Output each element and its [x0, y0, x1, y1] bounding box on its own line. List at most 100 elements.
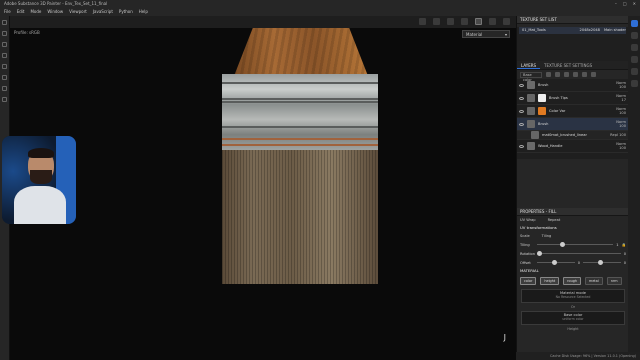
color-picker-icon[interactable]	[2, 86, 7, 91]
paintbrush-model	[222, 28, 378, 284]
tiling-slider[interactable]	[537, 242, 614, 247]
status-bar: Cache Disk Usage: 96% | Version 11.0.1 (…	[516, 352, 640, 360]
layout-single-icon[interactable]	[489, 18, 496, 25]
color-thumbnail	[538, 107, 546, 115]
maximize-icon[interactable]: □	[623, 0, 627, 8]
menu-item-file[interactable]: File	[4, 8, 11, 16]
layer-row[interactable]: Brush Norm 100	[517, 79, 628, 92]
right-panel: TEXTURE SET LIST 01_Mat_Tools 2048x2048 …	[516, 16, 629, 360]
mask-thumbnail	[538, 94, 546, 102]
channel-metal-button[interactable]: metal	[585, 277, 603, 285]
visibility-eye-icon[interactable]	[519, 109, 524, 113]
rotation-value[interactable]: 0	[624, 252, 626, 256]
tab-texture-set-settings[interactable]: TEXTURE SET SETTINGS	[540, 61, 596, 69]
symmetry-icon[interactable]	[419, 18, 426, 25]
display-mode-dropdown[interactable]: Material	[462, 30, 510, 38]
render-icon[interactable]	[433, 18, 440, 25]
fill-thumbnail	[527, 120, 535, 128]
minimize-icon[interactable]: –	[615, 0, 617, 8]
app-window: Adobe Substance 3D Painter - Env_Tex_Set…	[0, 0, 640, 360]
shelf-icon[interactable]	[630, 20, 638, 27]
rotation-slider[interactable]	[537, 251, 621, 256]
menu-item-edit[interactable]: Edit	[17, 8, 25, 16]
viewport-toolbar	[10, 16, 516, 28]
title-bar: Adobe Substance 3D Painter - Env_Tex_Set…	[0, 0, 640, 8]
visibility-eye-icon[interactable]	[519, 144, 524, 148]
right-icon-strip	[628, 16, 640, 360]
offset-v-value[interactable]: 0	[624, 261, 626, 265]
menu-item-javascript[interactable]: JavaScript	[93, 8, 113, 16]
offset-u-slider[interactable]	[537, 260, 575, 265]
material-channels: color height rough metal nrm	[517, 275, 629, 287]
offset-v-slider[interactable]	[583, 260, 621, 265]
bristles	[222, 150, 378, 284]
polygon-fill-icon[interactable]	[2, 53, 7, 58]
tiling-value[interactable]: 1	[616, 243, 618, 247]
screenshot-icon[interactable]	[461, 18, 468, 25]
projection-tool-icon[interactable]	[2, 42, 7, 47]
add-mask-icon[interactable]	[555, 72, 560, 77]
menu-item-mode[interactable]: Mode	[30, 8, 41, 16]
channel-height-button[interactable]: height	[540, 277, 560, 285]
layout-split-icon[interactable]	[503, 18, 510, 25]
offset-slider-row: Offset 0 0	[520, 260, 626, 265]
base-color-slot[interactable]: Base color uniform color	[521, 311, 625, 325]
viewport[interactable]: Profile: sRGB Material J	[10, 16, 516, 360]
display-settings-icon[interactable]	[630, 44, 638, 51]
channel-color-button[interactable]: color	[520, 277, 537, 285]
visibility-eye-icon[interactable]	[519, 122, 524, 126]
texture-set-list-header: TEXTURE SET LIST	[517, 16, 628, 24]
bake-icon[interactable]	[2, 97, 7, 102]
add-fill-layer-icon[interactable]	[573, 72, 578, 77]
add-effect-icon[interactable]	[546, 72, 551, 77]
eraser-tool-icon[interactable]	[2, 31, 7, 36]
delete-layer-icon[interactable]	[591, 72, 596, 77]
scale-row: Scale Tiling	[520, 234, 552, 238]
lock-icon[interactable]: 🔒	[622, 243, 626, 247]
smudge-tool-icon[interactable]	[2, 64, 7, 69]
channel-rough-button[interactable]: rough	[563, 277, 582, 285]
layer-effect-row[interactable]: mat0mat_brushed_linear Repl 100	[517, 131, 628, 140]
texture-set-row[interactable]: 01_Mat_Tools 2048x2048 Main shader	[519, 27, 626, 34]
color-profile-label: Profile: sRGB	[14, 30, 40, 35]
history-icon[interactable]	[630, 68, 638, 75]
uv-wrap-dropdown[interactable]: Repeat	[548, 218, 561, 222]
brush-icon[interactable]	[475, 18, 482, 25]
properties-panel: PROPERTIES - FILL UV Wrap Repeat UV tran…	[517, 208, 629, 332]
add-paint-layer-icon[interactable]	[582, 72, 587, 77]
menu-item-viewport[interactable]: Viewport	[69, 8, 87, 16]
log-icon[interactable]	[630, 80, 638, 87]
visibility-eye-icon[interactable]	[519, 96, 524, 100]
add-folder-icon[interactable]	[564, 72, 569, 77]
clone-tool-icon[interactable]	[2, 75, 7, 80]
visibility-eye-icon[interactable]	[519, 83, 524, 87]
window-controls: – □ ✕	[615, 0, 640, 8]
webcam-overlay	[2, 136, 76, 224]
window-title: Adobe Substance 3D Painter - Env_Tex_Set…	[4, 1, 108, 6]
layer-row[interactable]: Color Var Norm 100	[517, 105, 628, 118]
layer-row[interactable]: Brush Tips Norm 17	[517, 92, 628, 105]
close-icon[interactable]: ✕	[633, 0, 636, 8]
layer-row[interactable]: Wood_Handle Norm 100	[517, 140, 628, 153]
uv-transformations-header[interactable]: UV transformations	[517, 224, 629, 232]
material-mode-slot[interactable]: Material mode No Resource Selected	[521, 289, 625, 303]
height-label: Height	[567, 327, 579, 331]
scale-dropdown[interactable]: Tiling	[542, 234, 552, 238]
channel-dropdown[interactable]: Base color	[520, 71, 542, 82]
layer-stack: Brush Norm 100 Brush Tips Norm 17 Color Va…	[517, 79, 628, 159]
properties-header: PROPERTIES - FILL	[517, 208, 629, 216]
layer-row-selected[interactable]: Brush Norm 100	[517, 118, 628, 131]
shader-settings-icon[interactable]	[630, 56, 638, 63]
camera-icon[interactable]	[447, 18, 454, 25]
layer-toolbar: Base color	[517, 70, 628, 82]
texture-set-icon[interactable]	[630, 32, 638, 39]
menu-item-help[interactable]: Help	[139, 8, 148, 16]
layers-tabs: LAYERS TEXTURE SET SETTINGS	[517, 61, 628, 70]
channel-nrm-button[interactable]: nrm	[606, 277, 622, 285]
tab-layers[interactable]: LAYERS	[517, 61, 541, 69]
menu-item-python[interactable]: Python	[119, 8, 133, 16]
menu-item-window[interactable]: Window	[47, 8, 63, 16]
offset-u-value[interactable]: 0	[578, 261, 580, 265]
paint-tool-icon[interactable]	[2, 20, 7, 25]
axis-gizmo: J	[503, 333, 506, 342]
